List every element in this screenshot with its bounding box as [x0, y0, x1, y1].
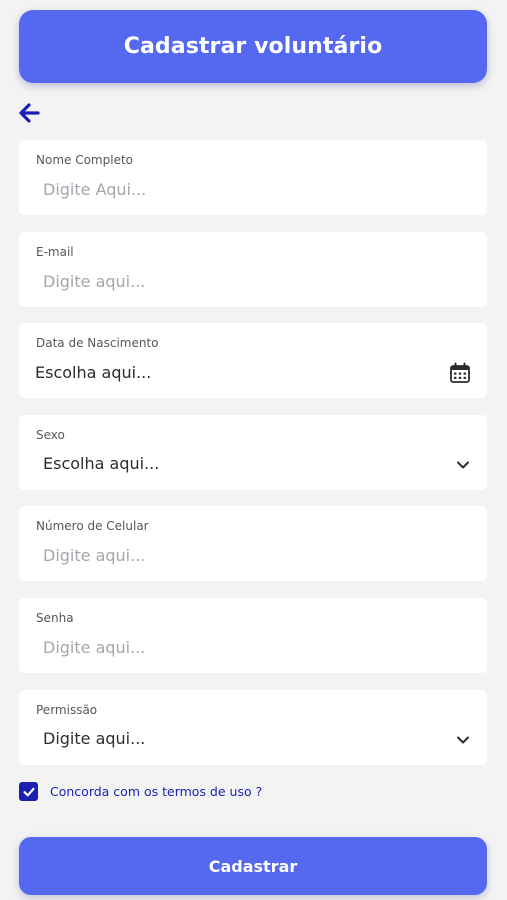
field-label-senha: Senha: [36, 611, 74, 625]
field-label-numero-celular: Número de Celular: [36, 519, 149, 533]
data-nascimento-input[interactable]: [27, 357, 453, 387]
field-permissao[interactable]: Permissão Digite aqui...: [19, 690, 487, 765]
back-button[interactable]: [17, 101, 41, 125]
page-header: Cadastrar voluntário: [19, 10, 487, 83]
numero-celular-input[interactable]: [35, 540, 461, 570]
arrow-left-icon: [19, 103, 40, 123]
nome-completo-input[interactable]: [35, 174, 461, 204]
field-label-sexo: Sexo: [36, 428, 65, 442]
permissao-select-value[interactable]: Digite aqui...: [43, 729, 145, 748]
field-label-nome-completo: Nome Completo: [36, 153, 133, 167]
chevron-down-icon[interactable]: [455, 457, 471, 473]
terms-checkbox[interactable]: [19, 782, 38, 801]
field-label-data-nascimento: Data de Nascimento: [36, 336, 159, 350]
calendar-icon[interactable]: [449, 362, 471, 384]
email-input[interactable]: [35, 266, 461, 296]
field-nome-completo: Nome Completo: [19, 140, 487, 215]
field-senha: Senha: [19, 598, 487, 673]
field-label-permissao: Permissão: [36, 703, 98, 717]
field-sexo[interactable]: Sexo Escolha aqui...: [19, 415, 487, 490]
terms-link[interactable]: Concorda com os termos de uso ?: [50, 784, 262, 799]
field-numero-celular: Número de Celular: [19, 506, 487, 581]
field-label-email: E-mail: [36, 245, 74, 259]
chevron-down-icon[interactable]: [455, 732, 471, 748]
field-data-nascimento: Data de Nascimento: [19, 323, 487, 398]
terms-row: Concorda com os termos de uso ?: [19, 782, 262, 801]
check-icon: [22, 787, 35, 796]
page-title: Cadastrar voluntário: [123, 34, 383, 59]
cadastrar-button[interactable]: Cadastrar: [19, 837, 487, 895]
sexo-select-value[interactable]: Escolha aqui...: [43, 454, 159, 473]
field-email: E-mail: [19, 232, 487, 307]
senha-input[interactable]: [35, 632, 461, 662]
